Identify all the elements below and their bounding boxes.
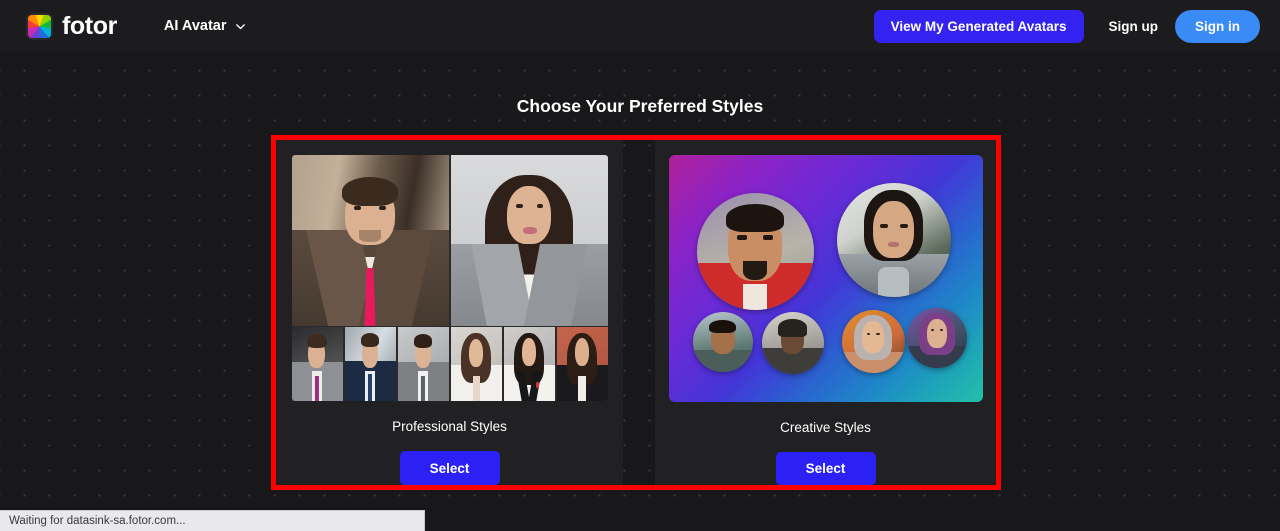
sign-in-button[interactable]: Sign in	[1175, 9, 1260, 43]
card-label-creative: Creative Styles	[780, 419, 871, 435]
site-header: fotor AI Avatar View My Generated Avatar…	[0, 0, 1280, 52]
portrait-thumb-2	[344, 326, 396, 402]
avatar-small-1	[692, 312, 753, 372]
style-card-creative[interactable]: Creative Styles Select	[655, 140, 996, 485]
chevron-down-icon	[235, 21, 246, 32]
style-cards-container: Professional Styles Select Creative Styl…	[276, 140, 996, 485]
select-button-creative[interactable]: Select	[775, 451, 876, 485]
page-title: Choose Your Preferred Styles	[516, 96, 764, 116]
sign-up-link[interactable]: Sign up	[1109, 19, 1159, 34]
fotor-rainbow-logo-icon	[26, 12, 53, 40]
browser-status-bar: Waiting for datasink-sa.fotor.com...	[0, 510, 425, 531]
avatar-small-4	[906, 308, 967, 368]
select-button-professional[interactable]: Select	[399, 451, 500, 485]
header-actions: View My Generated Avatars Sign up Sign i…	[873, 9, 1260, 43]
professional-styles-preview	[291, 155, 608, 402]
portrait-thumb-3	[397, 326, 449, 402]
status-bar-text: Waiting for datasink-sa.fotor.com...	[9, 515, 186, 527]
card-label-professional: Professional Styles	[392, 419, 507, 435]
logo-text: fotor	[62, 11, 117, 40]
nav-ai-avatar-label: AI Avatar	[163, 18, 227, 34]
app-screen: fotor AI Avatar View My Generated Avatar…	[0, 0, 1280, 531]
avatar-scifi-woman	[836, 183, 951, 297]
bottom-strip	[425, 510, 1280, 531]
portrait-female-blazer-large	[450, 155, 608, 326]
fotor-logo[interactable]: fotor	[26, 12, 117, 41]
view-my-generated-avatars-button[interactable]: View My Generated Avatars	[873, 9, 1084, 43]
avatar-small-2	[761, 312, 824, 374]
nav-ai-avatar[interactable]: AI Avatar	[164, 18, 246, 34]
style-card-professional[interactable]: Professional Styles Select	[276, 140, 623, 485]
portrait-thumb-5	[503, 326, 555, 402]
creative-styles-preview	[668, 155, 983, 402]
portrait-thumb-1	[291, 326, 343, 402]
portrait-thumb-4	[450, 326, 502, 402]
avatar-small-3	[841, 310, 905, 373]
portrait-male-suit-large	[291, 155, 449, 326]
portrait-thumb-6	[556, 326, 608, 402]
avatar-comic-man	[696, 193, 814, 310]
